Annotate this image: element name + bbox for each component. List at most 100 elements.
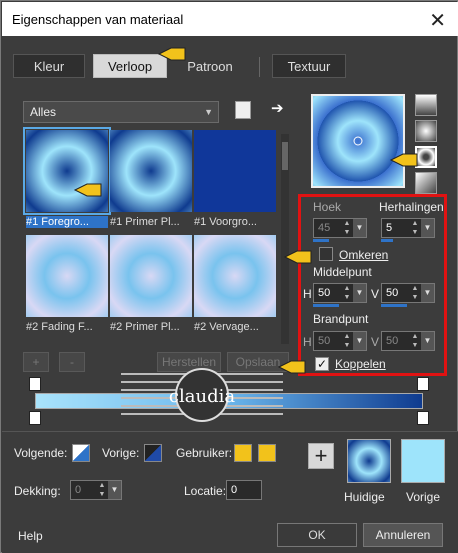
vorige-swatch-label: Vorige [406, 490, 441, 504]
locatie-input[interactable]: 0 [226, 480, 262, 500]
window-title: Eigenschappen van materiaal [12, 12, 184, 27]
omkeren-label: Omkeren [339, 248, 389, 262]
color-stop-handle[interactable] [29, 411, 41, 425]
dropdown-icon[interactable]: ▼ [353, 284, 366, 302]
brandpunt-h-value: 50 [318, 335, 331, 347]
sunburst-gradient-type-button[interactable] [415, 172, 437, 194]
remove-stop-button[interactable]: - [59, 352, 85, 372]
help-link[interactable]: Help [18, 529, 43, 543]
vorige-label: Vorige: [102, 446, 140, 460]
spinner-arrows-icon[interactable]: ▲ ▼ [342, 332, 352, 350]
hoek-input[interactable]: 45 ▲ ▼ ▼ [313, 218, 367, 238]
dekking-input[interactable]: 0 ▲ ▼ ▼ [70, 480, 122, 500]
tile-label: #1 Voorgro... [194, 216, 257, 228]
middelpunt-v-input[interactable]: 50 ▲ ▼ ▼ [381, 283, 435, 303]
tab-textuur[interactable]: Textuur [272, 54, 346, 78]
gradient-category-select[interactable]: Alles ▼ [23, 101, 219, 123]
brandpunt-label: Brandpunt [313, 312, 369, 326]
opacity-stop-handle[interactable] [417, 377, 429, 391]
add-to-swatches-button[interactable]: + [308, 443, 334, 469]
tile-scrollbar[interactable] [281, 134, 289, 344]
tile-label: #2 Fading F... [26, 321, 93, 333]
herhalingen-label: Herhalingen [379, 200, 444, 214]
tab-verloop[interactable]: Verloop [93, 54, 167, 78]
middelpunt-h-input[interactable]: 50 ▲ ▼ ▼ [313, 283, 367, 303]
herhalingen-input[interactable]: 5 ▲ ▼ ▼ [381, 218, 435, 238]
middelpunt-h-value: 50 [318, 287, 331, 299]
dropdown-icon[interactable]: ▼ [353, 332, 366, 350]
tab-divider [259, 57, 260, 77]
gebruiker-swatch[interactable] [234, 444, 252, 462]
material-properties-dialog: Eigenschappen van materiaal ✕ Kleur Verl… [0, 0, 458, 553]
scrollbar-thumb[interactable] [282, 142, 288, 170]
spinner-arrows-icon[interactable]: ▲ ▼ [410, 219, 420, 237]
category-value: Alles [30, 105, 57, 119]
dropdown-icon[interactable]: ▼ [421, 219, 434, 237]
brandpunt-v-input[interactable]: 50 ▲ ▼ ▼ [381, 331, 435, 351]
vorige-swatch-small[interactable] [144, 444, 162, 462]
koppelen-checkbox[interactable]: ✓ [315, 357, 329, 371]
brandpunt-h-input[interactable]: 50 ▲ ▼ ▼ [313, 331, 367, 351]
middelpunt-h-label: H [303, 287, 312, 301]
gradient-tile[interactable] [110, 235, 192, 317]
tile-label: #1 Primer Pl... [110, 216, 180, 228]
opacity-stop-handle[interactable] [29, 377, 41, 391]
rectangular-gradient-type-button[interactable] [415, 120, 437, 142]
arrow-right-icon[interactable]: ➔ [271, 101, 284, 116]
tile-label: #2 Primer Pl... [110, 321, 180, 333]
huidige-label: Huidige [344, 490, 385, 504]
herhalingen-value: 5 [386, 222, 393, 234]
middelpunt-label: Middelpunt [313, 265, 372, 279]
hand-pointer-icon [277, 358, 307, 376]
hoek-value: 45 [318, 222, 331, 234]
spinner-arrows-icon[interactable]: ▲ ▼ [410, 284, 420, 302]
add-stop-button[interactable]: + [23, 352, 49, 372]
dekking-label: Dekking: [14, 484, 61, 498]
herhalingen-slider-bar[interactable] [381, 239, 393, 242]
color-stop-handle[interactable] [417, 411, 429, 425]
volgende-label: Volgende: [14, 446, 68, 460]
spinner-arrows-icon[interactable]: ▲ ▼ [410, 332, 420, 350]
koppelen-label: Koppelen [335, 357, 386, 371]
brandpunt-v-value: 50 [386, 335, 399, 347]
dropdown-icon[interactable]: ▼ [421, 284, 434, 302]
dropdown-icon[interactable]: ▼ [108, 481, 121, 499]
hoek-label: Hoek [313, 200, 342, 214]
book-icon[interactable] [235, 101, 251, 119]
gradient-tile[interactable] [23, 127, 111, 215]
ok-button[interactable]: OK [277, 523, 357, 547]
spinner-arrows-icon[interactable]: ▲ ▼ [342, 219, 352, 237]
middelpunt-h-slider-bar[interactable] [313, 304, 339, 307]
hand-pointer-icon [283, 248, 313, 266]
gebruiker-swatch-alt[interactable] [258, 444, 276, 462]
watermark-text: claudia [169, 386, 235, 407]
vorige-swatch[interactable] [401, 439, 445, 483]
middelpunt-v-slider-bar[interactable] [381, 304, 407, 307]
gebruiker-label: Gebruiker: [176, 446, 233, 460]
hoek-slider-bar[interactable] [313, 239, 329, 242]
brandpunt-v-label: V [371, 335, 380, 349]
gradient-tile[interactable] [194, 235, 276, 317]
omkeren-checkbox[interactable] [319, 247, 333, 261]
dropdown-icon[interactable]: ▼ [353, 219, 366, 237]
cancel-button[interactable]: Annuleren [363, 523, 443, 547]
dekking-value: 0 [75, 484, 82, 496]
gradient-tile[interactable] [26, 235, 108, 317]
hand-pointer-icon [73, 181, 103, 199]
spinner-arrows-icon[interactable]: ▲ ▼ [342, 284, 352, 302]
linear-gradient-type-button[interactable] [415, 94, 437, 116]
brandpunt-h-label: H [303, 335, 312, 349]
hand-pointer-icon [157, 45, 187, 63]
huidige-swatch[interactable] [347, 439, 391, 483]
gradient-tile[interactable] [110, 130, 192, 212]
gradient-preview[interactable] [311, 94, 405, 188]
tile-label: #1 Foregro... [26, 216, 108, 228]
dropdown-icon[interactable]: ▼ [421, 332, 434, 350]
locatie-label: Locatie: [184, 484, 227, 498]
volgende-swatch[interactable] [72, 444, 90, 462]
close-icon[interactable]: ✕ [429, 8, 446, 33]
spinner-arrows-icon[interactable]: ▲ ▼ [97, 481, 107, 499]
tab-kleur[interactable]: Kleur [13, 54, 85, 78]
gradient-tile[interactable] [194, 130, 276, 212]
hand-pointer-icon [389, 151, 419, 169]
